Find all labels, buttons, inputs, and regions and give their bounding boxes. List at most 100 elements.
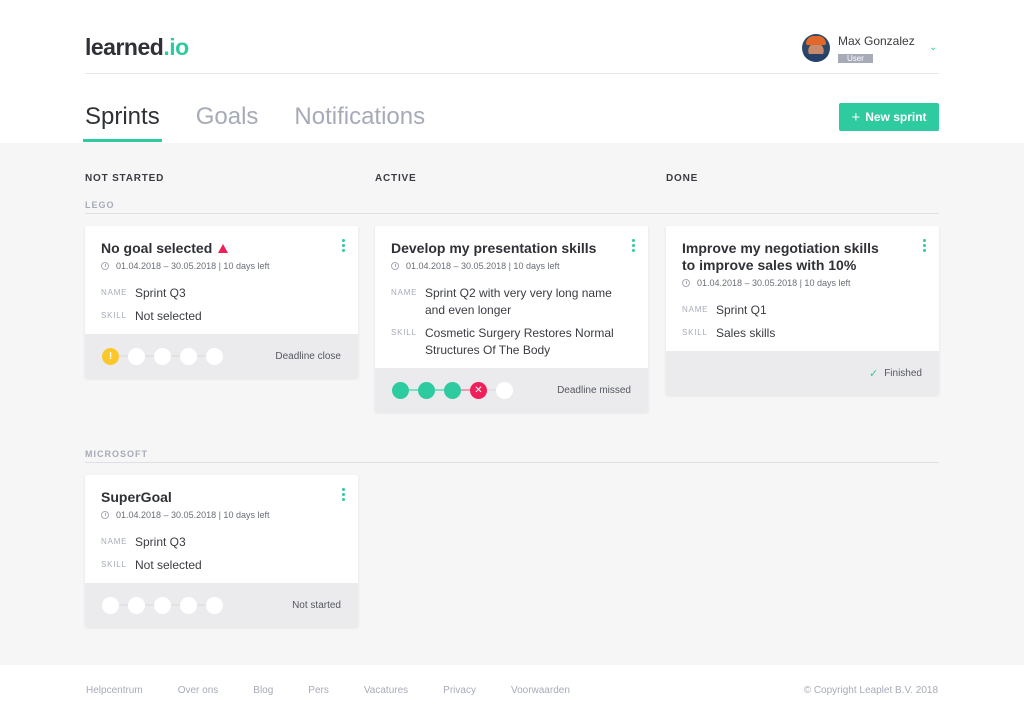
tab-goals[interactable]: Goals — [196, 103, 259, 141]
footer-link-privacy[interactable]: Privacy — [443, 685, 476, 696]
header-divider — [85, 73, 939, 74]
step-done — [444, 381, 461, 399]
sprint-name: Sprint Q2 with very very long name and e… — [425, 286, 612, 317]
sprint-card[interactable]: SuperGoal 01.04.2018 – 30.05.2018 | 10 d… — [85, 475, 358, 627]
more-options-icon[interactable] — [342, 488, 345, 503]
progress-steps: ! — [102, 347, 223, 365]
step-missed-icon: ✕ — [470, 381, 487, 399]
card-dates: 01.04.2018 – 30.05.2018 | 10 days left — [391, 261, 632, 271]
chevron-down-icon[interactable]: ⌄ — [929, 42, 937, 53]
app-header: learned.io Max Gonzalez User ⌄ Sprints G… — [0, 0, 1024, 143]
step-empty — [496, 381, 513, 399]
footer-link-pers[interactable]: Pers — [308, 685, 329, 696]
name-label: NAME — [391, 288, 418, 297]
main-tabs: Sprints Goals Notifications — [83, 103, 461, 142]
footer-link-blog[interactable]: Blog — [253, 685, 273, 696]
step-warning-icon: ! — [102, 347, 119, 365]
step-empty — [206, 347, 223, 365]
step-empty — [154, 347, 171, 365]
name-label: NAME — [682, 305, 709, 314]
group-divider — [85, 462, 939, 463]
user-role-badge: User — [838, 54, 873, 63]
card-dates: 01.04.2018 – 30.05.2018 | 10 days left — [101, 261, 342, 271]
user-name: Max Gonzalez — [838, 34, 915, 48]
logo-text: learned — [85, 34, 164, 60]
step-empty — [128, 347, 145, 365]
step-empty — [128, 596, 145, 614]
sprint-card[interactable]: No goal selected 01.04.2018 – 30.05.2018… — [85, 226, 358, 378]
column-header-active: ACTIVE — [375, 173, 417, 184]
progress-steps — [102, 596, 223, 614]
column-header-not-started: NOT STARTED — [85, 173, 165, 184]
footer-link-voorwaarden[interactable]: Voorwaarden — [511, 685, 570, 696]
skill-label: SKILL — [682, 328, 708, 337]
logo-accent: .io — [163, 34, 189, 60]
skill-label: SKILL — [101, 560, 127, 569]
avatar — [802, 34, 830, 62]
card-title: No goal selected — [101, 240, 342, 257]
card-title: Improve my negotiation skills to improve… — [682, 240, 879, 273]
stopwatch-icon — [391, 262, 399, 270]
tab-sprints[interactable]: Sprints — [83, 103, 162, 142]
footer-link-over-ons[interactable]: Over ons — [178, 685, 219, 696]
status-text: Deadline missed — [557, 384, 631, 396]
page-footer: Helpcentrum Over ons Blog Pers Vacatures… — [0, 665, 1024, 728]
step-empty — [154, 596, 171, 614]
card-title: Develop my presentation skills — [391, 240, 597, 256]
card-footer: ✓ Finished — [666, 351, 939, 395]
card-footer: ✕ Deadline missed — [375, 368, 648, 412]
card-dates: 01.04.2018 – 30.05.2018 | 10 days left — [101, 510, 342, 520]
name-label: NAME — [101, 288, 128, 297]
skill-value: Sales skills — [716, 326, 776, 340]
warning-icon — [218, 244, 229, 253]
more-options-icon[interactable] — [632, 239, 635, 254]
user-info: Max Gonzalez User — [838, 34, 915, 66]
sprint-name: Sprint Q1 — [716, 303, 767, 317]
tab-notifications[interactable]: Notifications — [294, 103, 425, 141]
status-text: Deadline close — [275, 350, 341, 362]
sprint-card[interactable]: Improve my negotiation skills to improve… — [666, 226, 939, 395]
card-title: SuperGoal — [101, 489, 172, 505]
skill-label: SKILL — [101, 311, 127, 320]
group-label-microsoft: MICROSOFT — [85, 449, 148, 459]
group-label-lego: LEGO — [85, 200, 115, 210]
name-label: NAME — [101, 537, 128, 546]
step-done — [418, 381, 435, 399]
new-sprint-button[interactable]: + New sprint — [839, 103, 939, 131]
check-icon: ✓ — [868, 367, 879, 380]
stopwatch-icon — [101, 262, 109, 270]
step-done — [392, 381, 409, 399]
finished-status: ✓ Finished — [869, 367, 922, 380]
skill-value: Not selected — [135, 558, 202, 572]
skill-value: Cosmetic Surgery Restores Normal Structu… — [425, 326, 614, 357]
card-footer: Not started — [85, 583, 358, 627]
logo[interactable]: learned.io — [85, 34, 189, 61]
status-text: Not started — [292, 599, 341, 611]
step-empty — [180, 347, 197, 365]
sprint-card[interactable]: Develop my presentation skills 01.04.201… — [375, 226, 648, 412]
user-menu[interactable]: Max Gonzalez User — [802, 34, 915, 66]
card-dates: 01.04.2018 – 30.05.2018 | 10 days left — [682, 278, 923, 288]
new-sprint-label: New sprint — [865, 110, 927, 124]
footer-link-vacatures[interactable]: Vacatures — [364, 685, 408, 696]
more-options-icon[interactable] — [342, 239, 345, 254]
more-options-icon[interactable] — [923, 239, 926, 254]
group-divider — [85, 213, 939, 214]
copyright: © Copyright Leaplet B.V. 2018 — [803, 685, 938, 696]
stopwatch-icon — [101, 511, 109, 519]
sprint-name: Sprint Q3 — [135, 286, 186, 300]
sprint-name: Sprint Q3 — [135, 535, 186, 549]
footer-links: Helpcentrum Over ons Blog Pers Vacatures… — [86, 685, 605, 696]
footer-link-helpcentrum[interactable]: Helpcentrum — [86, 685, 143, 696]
step-empty — [180, 596, 197, 614]
column-header-done: DONE — [666, 173, 699, 184]
step-empty — [206, 596, 223, 614]
skill-value: Not selected — [135, 309, 202, 323]
stopwatch-icon — [682, 279, 690, 287]
card-footer: ! Deadline close — [85, 334, 358, 378]
plus-icon: + — [851, 108, 861, 126]
progress-steps: ✕ — [392, 381, 513, 399]
step-empty — [102, 596, 119, 614]
status-text: Finished — [884, 367, 922, 379]
skill-label: SKILL — [391, 328, 417, 337]
